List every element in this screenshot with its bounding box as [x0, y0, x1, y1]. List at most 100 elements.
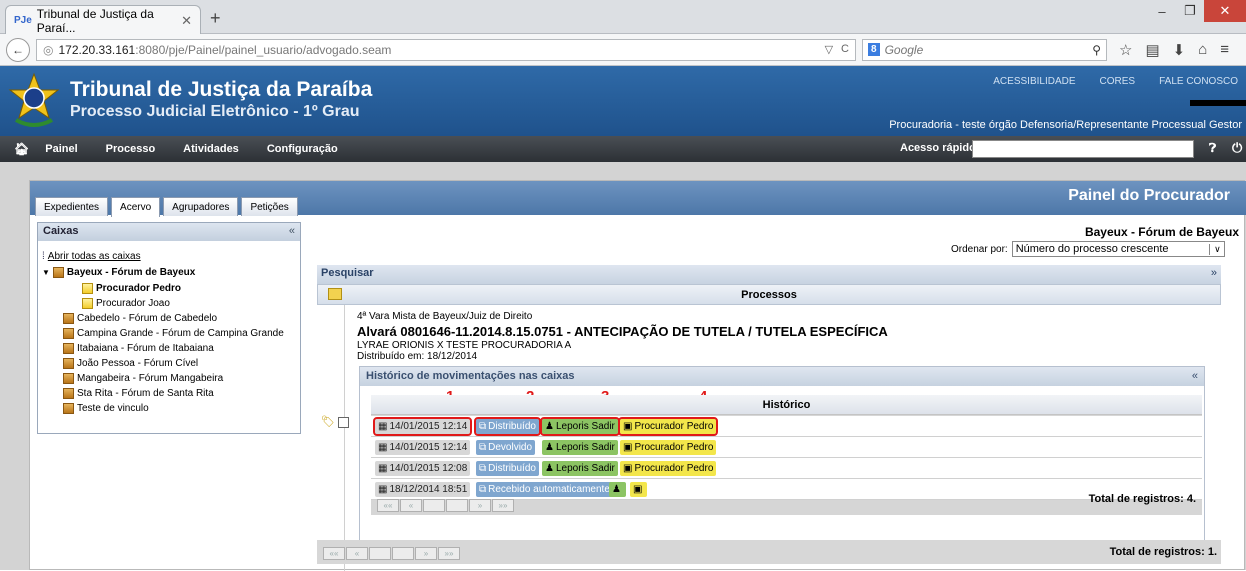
accessibility-link[interactable]: ACESSIBILIDADE [993, 76, 1075, 87]
tree-item-mangabeira[interactable]: Mangabeira - Fórum Mangabeira [63, 373, 223, 384]
tree-item-campina-grande[interactable]: Campina Grande - Fórum de Campina Grande [63, 328, 284, 339]
page-slot[interactable] [392, 547, 414, 560]
bookmark-star-icon[interactable]: ☆ [1119, 41, 1132, 59]
close-tab-icon[interactable]: ✕ [181, 13, 192, 29]
tree-label: Itabaiana - Fórum de Itabaiana [77, 343, 214, 354]
process-actions-column: 🏷︎ [317, 305, 349, 571]
close-window-icon[interactable]: ✕ [1204, 0, 1246, 22]
dropdown-icon[interactable]: ▽ [825, 43, 833, 56]
processes-pager: «« « » »» [323, 547, 460, 560]
bookmarks-list-icon[interactable]: ▤ [1145, 41, 1159, 59]
first-page-button[interactable]: «« [323, 547, 345, 560]
page-slot[interactable] [446, 499, 468, 512]
menu-item-configuracao[interactable]: Configuração [267, 143, 338, 155]
open-all-boxes[interactable]: ⁞ Abrir todas as caixas [42, 251, 141, 262]
home-icon[interactable]: ⌂ [1198, 41, 1207, 59]
processes-header: Processos [317, 284, 1221, 305]
user-text: Leporis Sadir [555, 421, 615, 432]
date-text: 14/01/2015 12:14 [389, 421, 468, 432]
colors-link[interactable]: CORES [1100, 76, 1136, 87]
tab-acervo[interactable]: Acervo [111, 197, 161, 217]
quick-access-input[interactable] [972, 140, 1194, 158]
new-tab-icon[interactable]: + [210, 8, 221, 29]
process-title[interactable]: Alvará 0801646-11.2014.8.15.0751 - ANTEC… [357, 324, 888, 339]
history-title: Histórico de movimentações nas caixas [366, 370, 575, 382]
next-page-button[interactable]: » [415, 547, 437, 560]
order-value: Número do processo crescente [1015, 243, 1169, 255]
page-slot[interactable] [369, 547, 391, 560]
download-icon[interactable]: ⬇ [1173, 41, 1186, 59]
menu-item-atividades[interactable]: Atividades [183, 143, 239, 155]
menu-icon[interactable]: ≡ [1220, 41, 1229, 59]
back-icon[interactable]: ← [6, 37, 30, 62]
search-box[interactable]: 8 Google ⚲ [862, 38, 1107, 61]
tree-item-procurador-joao[interactable]: Procurador Joao [82, 298, 170, 309]
pje-favicon-icon: PJe [14, 15, 32, 26]
tab-peticoes[interactable]: Petições [241, 197, 298, 216]
search-icon[interactable]: ⚲ [1092, 43, 1101, 57]
box-text: Procurador Pedro [634, 442, 714, 453]
prev-page-button[interactable]: « [346, 547, 368, 560]
home-icon[interactable]: 🏠︎ [14, 142, 29, 156]
order-by: Ordenar por: Número do processo crescent… [951, 241, 1225, 257]
box-chip: ▣ [630, 482, 648, 497]
content-area: Painel do Procurador Expedientes Acervo … [0, 162, 1246, 571]
status-text: Distribuído [488, 421, 536, 432]
address-bar[interactable]: ◎ 172.20.33.161:8080/pje/Painel/painel_u… [36, 38, 856, 61]
tab-agrupadores[interactable]: Agrupadores [163, 197, 239, 216]
tree-item-joao-pessoa[interactable]: João Pessoa - Fórum Cível [63, 358, 198, 369]
tree-label: Bayeux - Fórum de Bayeux [66, 267, 196, 278]
tag-icon[interactable]: 🏷︎ [321, 415, 335, 428]
main-menu: 🏠︎ Painel Processo Atividades Configuraç… [0, 136, 1246, 162]
first-page-button[interactable]: «« [377, 499, 399, 512]
tree-item-sta-rita[interactable]: Sta Rita - Fórum de Santa Rita [63, 388, 214, 399]
page-slot[interactable] [423, 499, 445, 512]
tree-item-bayeux[interactable]: ▼ Bayeux - Fórum de Bayeux [42, 267, 195, 278]
menu-item-painel[interactable]: Painel [45, 143, 77, 155]
help-icon[interactable]: ❓︎ [1209, 141, 1216, 156]
logout-icon[interactable]: ⏻ [1232, 140, 1242, 156]
minimize-icon[interactable]: – [1148, 0, 1176, 22]
user-profile-selector[interactable]: Procuradoria - teste órgão Defensoria/Re… [889, 119, 1242, 131]
last-page-button[interactable]: »» [492, 499, 514, 512]
tree-item-teste-vinculo[interactable]: Teste de vinculo [63, 403, 149, 414]
expand-icon[interactable]: » [1211, 267, 1217, 282]
history-header: Histórico de movimentações nas caixas « [360, 367, 1204, 386]
next-page-button[interactable]: » [469, 499, 491, 512]
folder-icon [82, 283, 93, 294]
tree-label: João Pessoa - Fórum Cível [77, 358, 199, 369]
browser-tab[interactable]: PJe Tribunal de Justiça da Paraí... ✕ [5, 5, 201, 35]
reload-icon[interactable]: C [841, 43, 849, 56]
brazil-coat-of-arms-icon [8, 72, 60, 127]
contact-link[interactable]: FALE CONOSCO [1159, 76, 1238, 87]
site-info-icon[interactable]: ◎ [43, 43, 53, 57]
user-chip: ♟ Leporis Sadir [542, 461, 618, 476]
tab-expedientes[interactable]: Expedientes [35, 197, 109, 216]
google-icon[interactable]: 8 [868, 43, 880, 56]
collapse-icon[interactable]: « [289, 225, 295, 239]
date-chip: ▦ 14/01/2015 12:08 [375, 461, 471, 476]
user-text: Leporis Sadir [555, 463, 615, 474]
last-page-button[interactable]: »» [438, 547, 460, 560]
user-chip: ♟ Leporis Sadir [540, 417, 620, 436]
tab-strip: PJe Tribunal de Justiça da Paraí... ✕ + … [0, 0, 1246, 35]
building-icon [52, 267, 64, 278]
process-checkbox[interactable] [338, 417, 349, 428]
tree-item-cabedelo[interactable]: Cabedelo - Fórum de Cabedelo [63, 313, 217, 324]
search-section-header[interactable]: Pesquisar » [317, 265, 1221, 284]
open-all-link[interactable]: Abrir todas as caixas [48, 251, 141, 262]
panel-title: Painel do Procurador [1068, 187, 1230, 204]
order-select[interactable]: Número do processo crescente ∨ [1011, 241, 1225, 257]
restore-icon[interactable]: ❐ [1176, 0, 1204, 22]
prev-page-button[interactable]: « [400, 499, 422, 512]
tree-item-itabaiana[interactable]: Itabaiana - Fórum de Itabaiana [63, 343, 214, 354]
page-header: Tribunal de Justiça da Paraíba Processo … [0, 66, 1246, 136]
menu-item-processo[interactable]: Processo [106, 143, 156, 155]
collapse-icon[interactable]: « [1192, 370, 1198, 383]
building-icon [63, 358, 74, 369]
user-icon: ♟ [612, 484, 621, 495]
tree-item-procurador-pedro[interactable]: Procurador Pedro [82, 283, 181, 294]
calendar-icon: ▦ [378, 442, 388, 453]
order-label: Ordenar por: [951, 243, 1008, 255]
collapse-arrow-icon[interactable]: ▼ [42, 268, 50, 277]
